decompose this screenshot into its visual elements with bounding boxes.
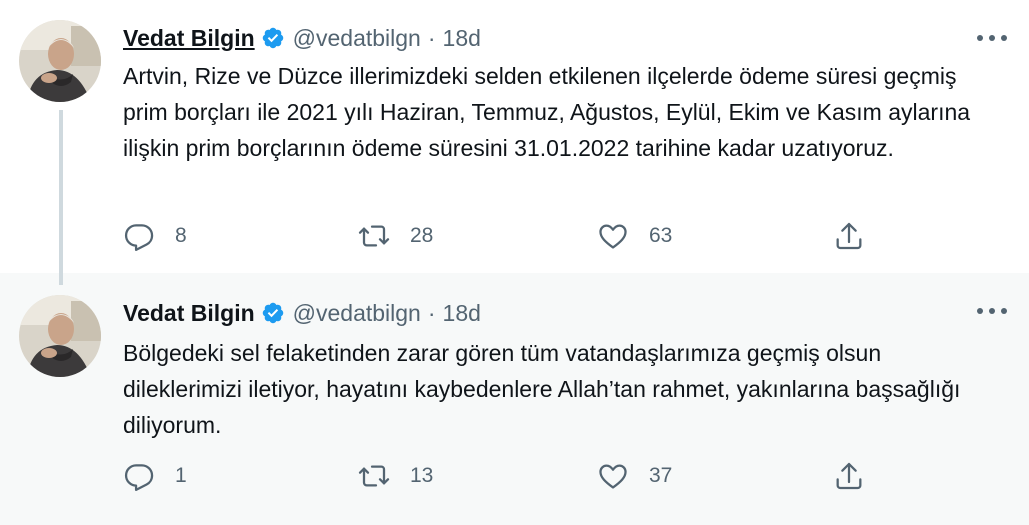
retweet-button[interactable]: 28 [358,220,433,252]
retweet-button[interactable]: 13 [358,460,433,492]
share-icon [833,460,865,492]
tweet-2[interactable]: Vedat Bilgin @vedatbilgn · 18d Bölgedeki… [0,273,1029,525]
profile-photo-icon [19,20,101,102]
action-bar: 1 13 37 [123,460,883,492]
reply-icon [123,220,155,252]
more-options-icon[interactable] [977,33,1007,43]
reply-button[interactable]: 1 [123,460,187,492]
author-handle[interactable]: @vedatbilgn [293,25,421,52]
share-button[interactable] [833,220,865,252]
thread-connector-line [59,110,63,285]
action-bar: 8 28 63 [123,220,883,252]
tweet-text: Bölgedeki sel felaketinden zarar gören t… [123,340,961,438]
author-handle[interactable]: @vedatbilgn [293,300,421,327]
avatar[interactable] [19,295,101,377]
tweet-time[interactable]: 18d [443,25,481,52]
heart-icon [597,220,629,252]
tweet-header: Vedat Bilgin @vedatbilgn · 18d [123,22,481,54]
like-button[interactable]: 63 [597,220,672,252]
share-button[interactable] [833,460,865,492]
profile-photo-icon [19,295,101,377]
author-name[interactable]: Vedat Bilgin [123,25,255,52]
separator-dot: · [427,299,436,326]
separator-dot: · [427,24,436,51]
retweet-count: 13 [410,464,434,487]
author-name[interactable]: Vedat Bilgin [123,300,255,327]
reply-button[interactable]: 8 [123,220,187,252]
tweet-1[interactable]: Vedat Bilgin @vedatbilgn · 18d Artvin, R… [0,0,1029,273]
retweet-icon [358,460,390,492]
verified-badge-icon [261,26,285,50]
like-count: 37 [649,464,673,487]
tweet-header: Vedat Bilgin @vedatbilgn · 18d [123,297,481,329]
reply-count: 8 [175,224,187,247]
tweet-time[interactable]: 18d [443,300,481,327]
retweet-icon [358,220,390,252]
tweet-text: Artvin, Rize ve Düzce illerimizdeki seld… [123,63,971,161]
share-icon [833,220,865,252]
more-options-icon[interactable] [977,306,1007,316]
verified-badge-icon [261,301,285,325]
heart-icon [597,460,629,492]
retweet-count: 28 [410,224,434,247]
reply-count: 1 [175,464,187,487]
like-count: 63 [649,224,673,247]
like-button[interactable]: 37 [597,460,672,492]
reply-icon [123,460,155,492]
avatar[interactable] [19,20,101,102]
